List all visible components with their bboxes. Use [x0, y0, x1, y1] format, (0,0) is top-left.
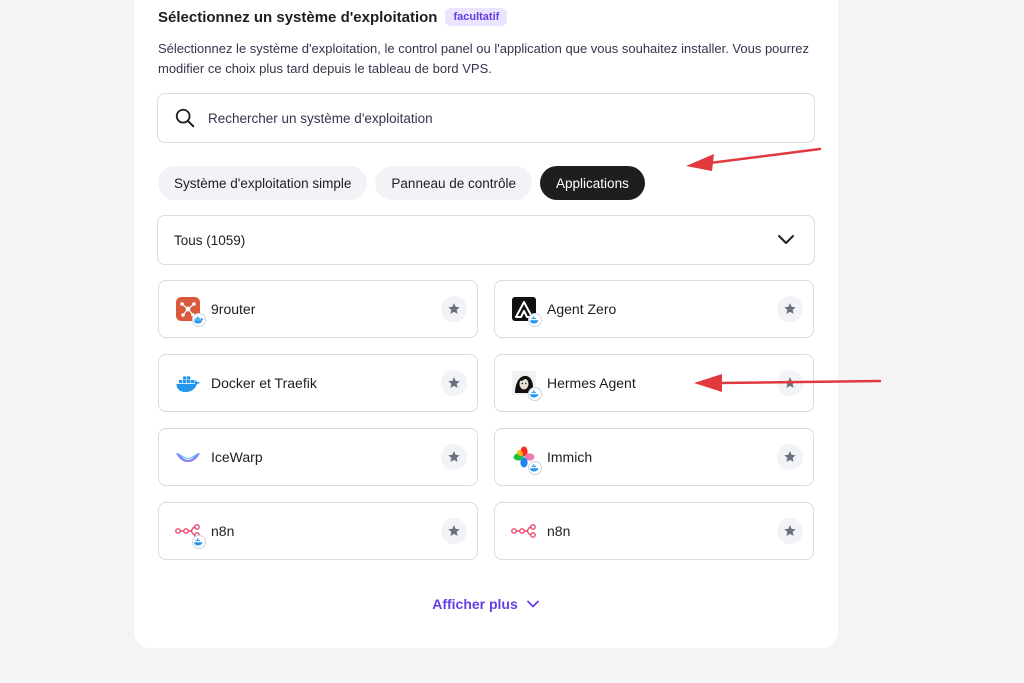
app-name: Docker et Traefik — [211, 375, 317, 391]
app-name: IceWarp — [211, 449, 263, 465]
app-card-agent-zero[interactable]: Agent Zero — [494, 280, 814, 338]
optional-badge: facultatif — [445, 8, 508, 26]
favorite-star-icon[interactable] — [441, 296, 467, 322]
annotation-arrow-icon — [686, 147, 822, 171]
docker-badge-icon — [528, 461, 542, 475]
app-name: n8n — [211, 523, 235, 539]
chevron-down-icon — [526, 600, 539, 608]
favorite-star-icon[interactable] — [777, 444, 803, 470]
favorite-star-icon[interactable] — [441, 444, 467, 470]
n8n-icon — [175, 518, 206, 549]
section-title: Sélectionnez un système d'exploitation — [158, 8, 438, 26]
search-box[interactable] — [157, 93, 815, 143]
favorite-star-icon[interactable] — [777, 518, 803, 544]
docker-badge-icon — [192, 313, 206, 327]
docker-badge-icon — [528, 313, 542, 327]
app-card-n8n-docker[interactable]: n8n — [158, 502, 478, 560]
section-header: Sélectionnez un système d'exploitation f… — [158, 8, 508, 26]
app-card-immich[interactable]: Immich — [494, 428, 814, 486]
chevron-down-icon — [778, 235, 794, 244]
annotation-arrow-icon — [694, 374, 882, 392]
app-card-docker-traefik[interactable]: Docker et Traefik — [158, 354, 478, 412]
app-name: Immich — [547, 449, 593, 465]
section-description: Sélectionnez le système d'exploitation, … — [158, 41, 810, 76]
category-select[interactable]: Tous (1059) — [157, 215, 815, 265]
tab-control-panel[interactable]: Panneau de contrôle — [375, 166, 533, 200]
n8n-icon — [511, 518, 537, 544]
tab-applications[interactable]: Applications — [540, 166, 645, 200]
favorite-star-icon[interactable] — [777, 296, 803, 322]
category-select-value: Tous (1059) — [174, 232, 246, 248]
show-more-button[interactable]: Afficher plus — [134, 596, 838, 612]
os-type-tabs: Système d'exploitation simple Panneau de… — [158, 166, 645, 200]
immich-icon — [511, 444, 542, 475]
search-input[interactable] — [208, 110, 814, 126]
app-name: Hermes Agent — [547, 375, 636, 391]
agent-zero-icon — [511, 296, 542, 327]
app-name: n8n — [547, 523, 571, 539]
tab-simple-os[interactable]: Système d'exploitation simple — [158, 166, 368, 200]
app-name: Agent Zero — [547, 301, 617, 317]
show-more-label: Afficher plus — [432, 596, 518, 612]
os-selection-card: Sélectionnez un système d'exploitation f… — [134, 0, 838, 648]
hermes-icon — [511, 370, 542, 401]
app-card-icewarp[interactable]: IceWarp — [158, 428, 478, 486]
docker-badge-icon — [528, 387, 542, 401]
favorite-star-icon[interactable] — [441, 518, 467, 544]
app-card-n8n[interactable]: n8n — [494, 502, 814, 560]
docker-icon — [175, 370, 201, 396]
app-name: 9router — [211, 301, 256, 317]
favorite-star-icon[interactable] — [441, 370, 467, 396]
search-icon — [175, 108, 195, 128]
docker-badge-icon — [192, 535, 206, 549]
app-card-9router[interactable]: 9router — [158, 280, 478, 338]
9router-icon — [175, 296, 206, 327]
icewarp-icon — [175, 444, 201, 470]
